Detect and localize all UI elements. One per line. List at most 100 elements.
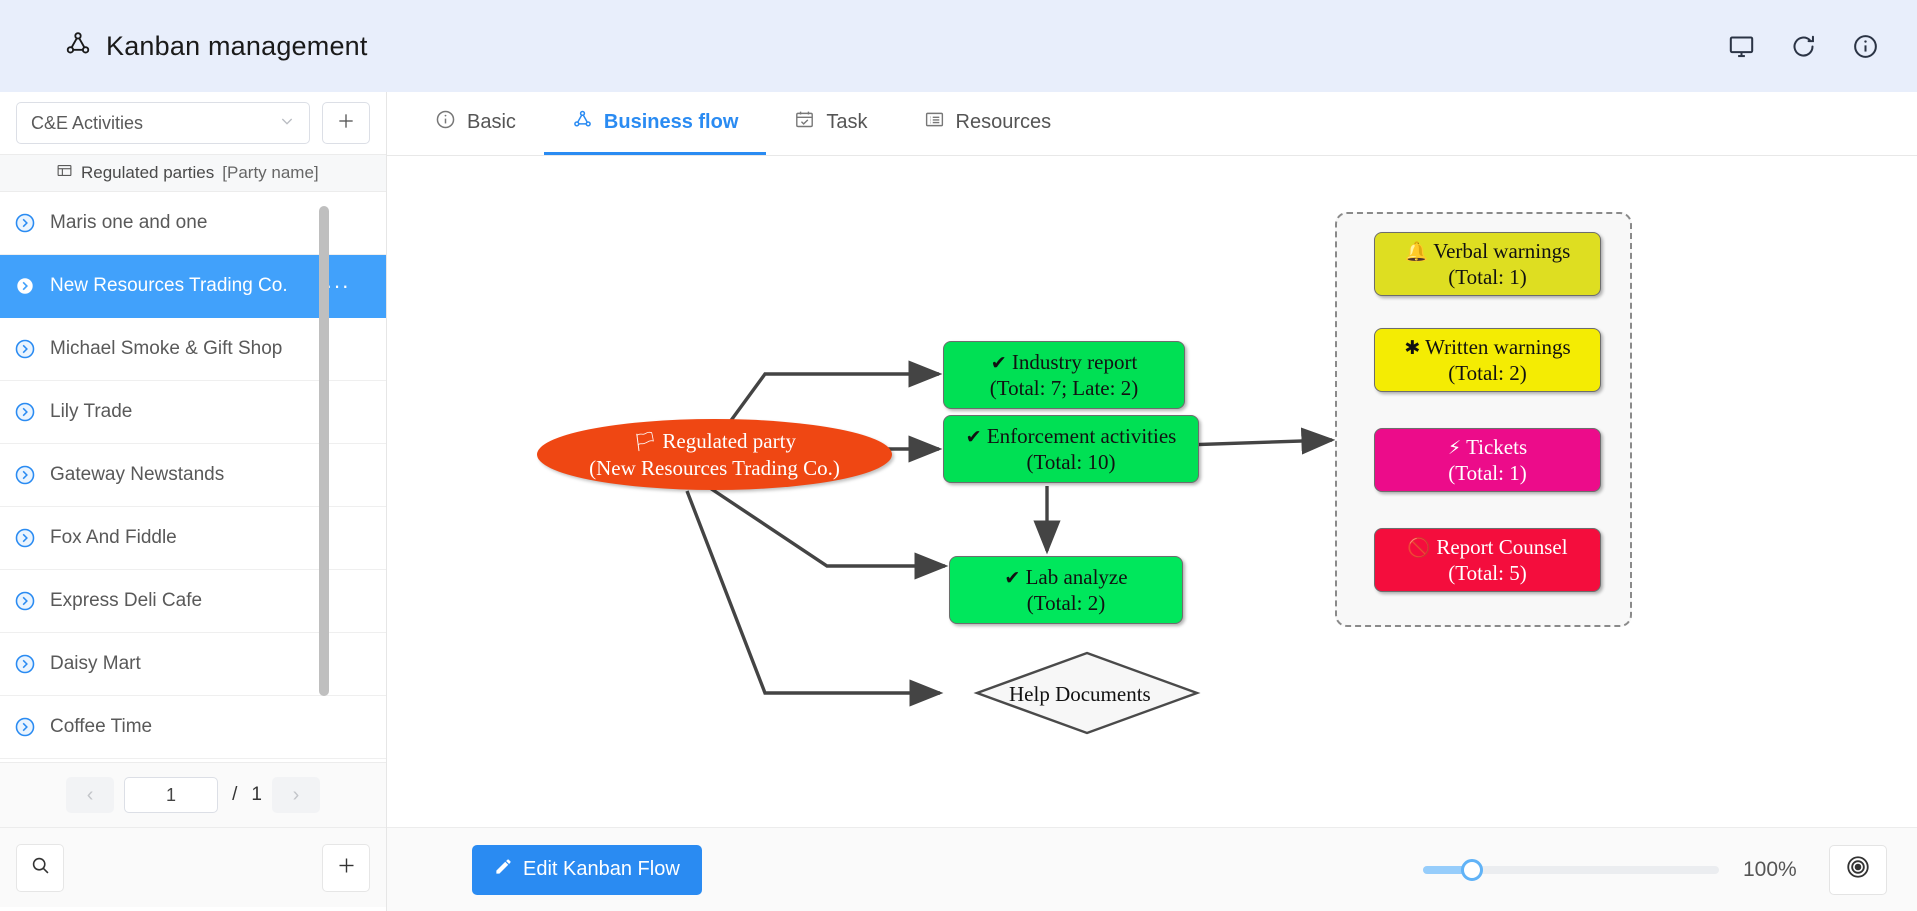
node-tickets-line2: (Total: 1) [1448, 461, 1527, 486]
edit-kanban-flow-button[interactable]: Edit Kanban Flow [472, 844, 702, 895]
business-flow-canvas[interactable]: 🏳 Regulated party (New Resources Trading… [387, 156, 1917, 827]
node-tickets[interactable]: ⚡ Tickets (Total: 1) [1374, 428, 1601, 492]
node-enforcement-line2: (Total: 10) [1026, 450, 1116, 475]
chevron-circle-right-icon [14, 464, 36, 486]
list-item-label: New Resources Trading Co. [50, 275, 288, 296]
node-lab-analyze-line1: Lab analyze [1025, 564, 1128, 589]
node-regulated-party[interactable]: 🏳 Regulated party (New Resources Trading… [537, 419, 892, 490]
search-button[interactable] [16, 843, 64, 892]
tab-basic[interactable]: Basic [407, 92, 544, 155]
node-industry-report[interactable]: ✔ Industry report (Total: 7; Late: 2) [943, 341, 1185, 409]
calendar-check-icon [794, 109, 815, 136]
regulated-parties-list: Maris one and one New Resources Trading … [0, 192, 386, 762]
node-help-documents-label[interactable]: Help Documents [1009, 682, 1151, 707]
node-report-counsel-line1: Report Counsel [1436, 534, 1568, 559]
node-verbal-warnings[interactable]: 🔔 Verbal warnings (Total: 1) [1374, 232, 1601, 296]
tab-bar: Basic Business flow Task Resources [387, 92, 1917, 156]
app-header: Kanban management [0, 0, 1917, 92]
list-item-label: Gateway Newstands [50, 464, 225, 485]
total-pages: 1 [251, 784, 262, 805]
tab-business-flow[interactable]: Business flow [543, 92, 767, 155]
column-header-subtitle: [Party name] [222, 163, 319, 182]
table-icon [56, 162, 73, 184]
list-item-label: Michael Smoke & Gift Shop [50, 338, 283, 359]
monitor-icon[interactable] [1719, 24, 1763, 68]
node-lab-analyze[interactable]: ✔ Lab analyze (Total: 2) [949, 556, 1183, 624]
activity-selector[interactable]: C&E Activities [16, 102, 310, 144]
column-header-title: Regulated parties [81, 163, 215, 182]
sidebar-scrollbar-thumb[interactable] [319, 206, 329, 696]
plus-icon [336, 855, 357, 881]
zoom-level-value: 100% [1743, 857, 1797, 881]
node-verbal-warnings-line1-wrap: 🔔 Verbal warnings [1405, 238, 1571, 265]
node-enforcement-activities[interactable]: ✔ Enforcement activities (Total: 10) [943, 415, 1199, 483]
sidebar-toolbar: C&E Activities [0, 92, 386, 154]
chevron-down-icon [279, 113, 295, 134]
share-nodes-icon [572, 109, 593, 136]
list-item-label: Express Deli Cafe [50, 590, 203, 611]
info-icon[interactable] [1843, 24, 1887, 68]
node-tickets-line1: Tickets [1466, 434, 1528, 459]
node-enforcement-line1: Enforcement activities [986, 423, 1177, 448]
chevron-circle-right-icon [14, 212, 36, 234]
tab-resources-label: Resources [955, 110, 1052, 133]
pagination-separator: / [232, 784, 238, 805]
info-circle-icon [435, 109, 456, 136]
list-item-label: Lily Trade [50, 401, 133, 422]
page-number-input[interactable]: 1 [124, 777, 219, 813]
prev-page-button[interactable]: ‹ [66, 777, 115, 813]
zoom-slider[interactable] [1423, 858, 1719, 881]
chevron-circle-right-icon [14, 590, 36, 612]
bolt-icon: ⚡ [1447, 436, 1462, 459]
regulated-parties-column-header: Regulated parties [Party name] [0, 154, 386, 192]
bottom-toolbar: Edit Kanban Flow 100% [387, 827, 1917, 911]
check-icon: ✔ [965, 425, 982, 448]
list-item-label: Daisy Mart [50, 653, 141, 674]
node-written-warnings[interactable]: ✱ Written warnings (Total: 2) [1374, 328, 1601, 392]
plus-icon [336, 111, 356, 136]
node-written-warnings-line2: (Total: 2) [1448, 361, 1527, 386]
add-activity-button[interactable] [322, 102, 370, 144]
check-icon: ✔ [1004, 566, 1021, 589]
share-nodes-icon [64, 30, 92, 63]
node-report-counsel-line1-wrap: 🚫 Report Counsel [1407, 534, 1567, 561]
next-page-button[interactable]: › [271, 777, 320, 813]
chevron-circle-right-icon [14, 527, 36, 549]
node-written-warnings-line1: Written warnings [1425, 334, 1571, 359]
node-written-warnings-line1-wrap: ✱ Written warnings [1404, 334, 1570, 361]
edit-kanban-flow-label: Edit Kanban Flow [523, 858, 680, 880]
node-report-counsel-line2: (Total: 5) [1448, 561, 1527, 586]
node-lab-analyze-line1-wrap: ✔ Lab analyze [1004, 564, 1127, 591]
header-actions [1719, 24, 1887, 68]
fit-to-screen-button[interactable] [1829, 844, 1887, 895]
bell-icon: 🔔 [1404, 240, 1429, 263]
list-item-label: Coffee Time [50, 716, 153, 737]
node-verbal-warnings-line2: (Total: 1) [1448, 265, 1527, 290]
node-report-counsel[interactable]: 🚫 Report Counsel (Total: 5) [1374, 528, 1601, 592]
sidebar-scrollbar[interactable] [319, 192, 329, 762]
node-tickets-line1-wrap: ⚡ Tickets [1448, 434, 1527, 461]
node-industry-report-line2: (Total: 7; Late: 2) [989, 376, 1139, 401]
asterisk-icon: ✱ [1404, 336, 1421, 359]
chevron-circle-right-icon [14, 338, 36, 360]
add-party-button[interactable] [322, 843, 370, 892]
zoom-controls: 100% [1423, 844, 1917, 895]
chevron-circle-right-icon [14, 716, 36, 738]
node-regulated-party-line1: Regulated party [662, 429, 796, 454]
node-lab-analyze-line2: (Total: 2) [1026, 591, 1106, 616]
main-panel: Basic Business flow Task Resources 🏳 Reg… [387, 92, 1917, 911]
node-verbal-warnings-line1: Verbal warnings [1433, 238, 1571, 263]
chevron-circle-right-icon [14, 653, 36, 675]
node-regulated-party-line1-wrap: 🏳 Regulated party [633, 428, 796, 455]
sidebar-footer [0, 828, 386, 907]
pagination: ‹ 1 / 1 › [0, 762, 386, 828]
pencil-icon [494, 857, 513, 882]
tab-resources[interactable]: Resources [896, 92, 1080, 155]
tab-business-flow-label: Business flow [603, 110, 739, 133]
tab-task[interactable]: Task [766, 92, 895, 155]
node-enforcement-line1-wrap: ✔ Enforcement activities [966, 423, 1177, 450]
node-industry-report-line1: Industry report [1011, 349, 1138, 374]
zoom-slider-knob[interactable] [1461, 858, 1483, 881]
tab-basic-label: Basic [467, 110, 516, 133]
refresh-icon[interactable] [1781, 24, 1825, 68]
